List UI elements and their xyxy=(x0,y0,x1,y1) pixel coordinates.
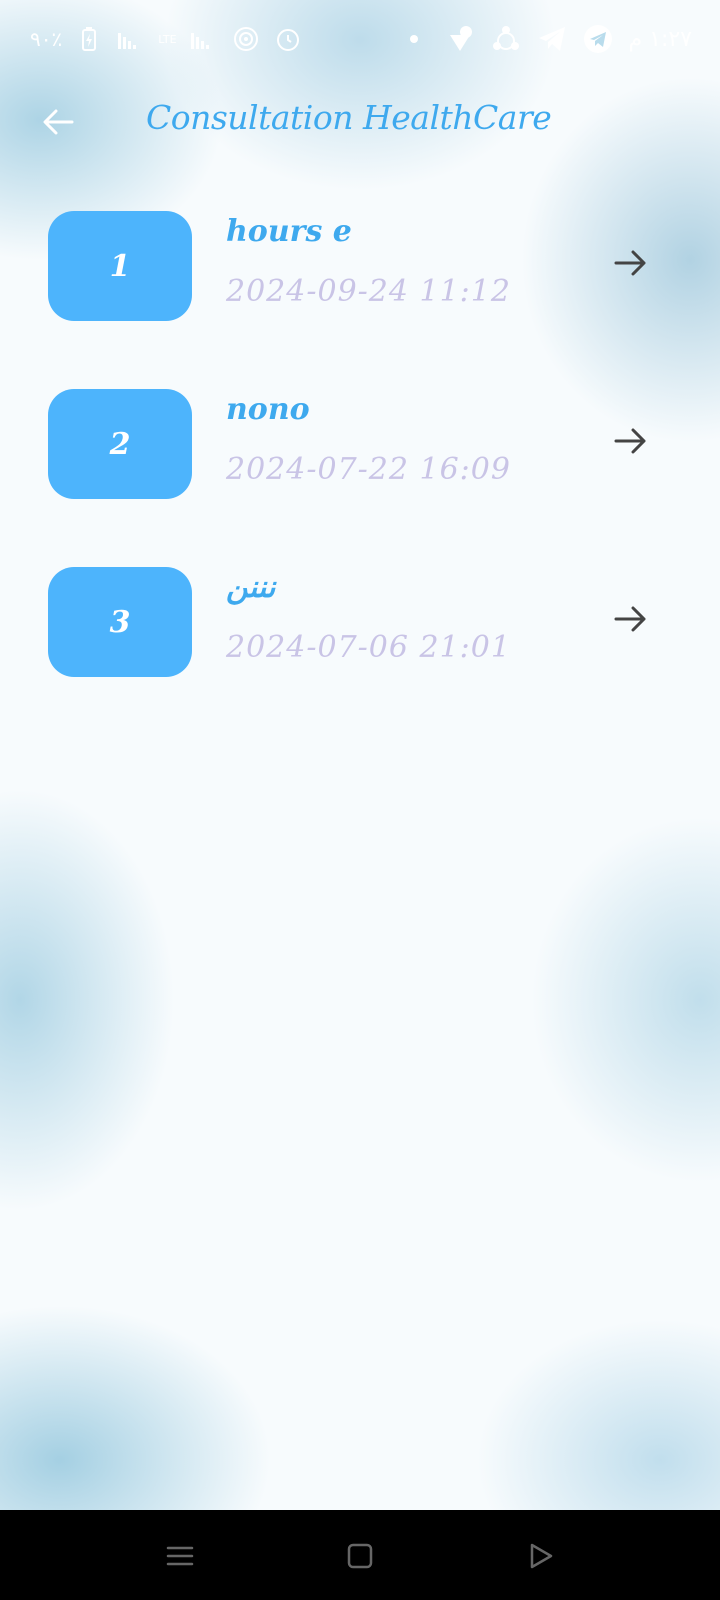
consultation-datetime: 2024-07-22 16:09 xyxy=(226,452,511,487)
consultation-name: nono xyxy=(226,392,310,427)
back-button[interactable] xyxy=(36,100,80,144)
signal-icon-2 xyxy=(189,24,219,54)
battery-icon xyxy=(74,24,104,54)
square-icon[interactable] xyxy=(344,1540,376,1572)
app-bar: Consultation HealthCare xyxy=(0,86,720,156)
arrow-right-icon[interactable] xyxy=(612,244,650,282)
signal-icon xyxy=(116,24,146,54)
arrow-right-icon[interactable] xyxy=(612,600,650,638)
telegram-circle-icon xyxy=(583,24,613,54)
status-right: ١:٢٧ م xyxy=(399,24,693,54)
consultation-number-badge: 2 xyxy=(48,389,192,499)
consultation-name: نننن xyxy=(226,570,276,605)
consultation-list: 1 hours e 2024-09-24 11:12 2 nono 2024-0… xyxy=(0,206,720,740)
status-bar: ٩٠٪ LTE ١:٢٧ م xyxy=(0,0,720,80)
hotspot-icon xyxy=(231,24,261,54)
consultation-number-badge: 3 xyxy=(48,567,192,677)
consultation-number-badge: 1 xyxy=(48,211,192,321)
consultation-item[interactable]: 1 hours e 2024-09-24 11:12 xyxy=(0,206,720,384)
consultation-item[interactable]: 3 نننن 2024-07-06 21:01 xyxy=(0,562,720,740)
telegram-icon xyxy=(537,24,567,54)
app-notification-icon xyxy=(445,24,475,54)
page-title: Consultation HealthCare xyxy=(146,98,552,137)
alarm-icon xyxy=(273,24,303,54)
battery-text: ٩٠٪ xyxy=(30,27,63,51)
menu-icon[interactable] xyxy=(164,1540,196,1572)
consultation-datetime: 2024-07-06 21:01 xyxy=(226,630,511,665)
dot-icon xyxy=(399,24,429,54)
consultation-item[interactable]: 2 nono 2024-07-22 16:09 xyxy=(0,384,720,562)
status-left: ٩٠٪ LTE xyxy=(30,24,303,54)
clock-text: ١:٢٧ م xyxy=(628,26,693,52)
system-nav-bar xyxy=(0,1510,720,1600)
consultation-name: hours e xyxy=(226,214,352,249)
arrow-right-icon[interactable] xyxy=(612,422,650,460)
triangle-icon[interactable] xyxy=(524,1540,556,1572)
network-type: LTE xyxy=(158,32,177,46)
sync-icon xyxy=(491,24,521,54)
arrow-left-icon xyxy=(43,109,74,135)
consultation-datetime: 2024-09-24 11:12 xyxy=(226,274,511,309)
